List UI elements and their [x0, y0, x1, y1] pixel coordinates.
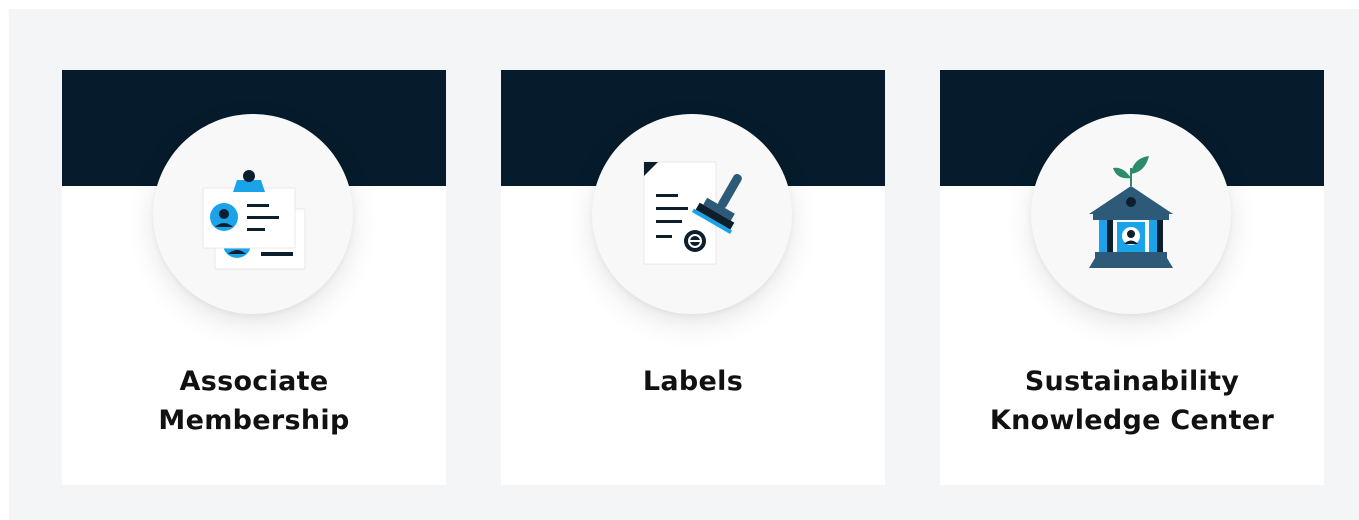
card-title: Labels [501, 362, 885, 401]
icon-circle [153, 114, 353, 314]
icon-circle [592, 114, 792, 314]
labels-card[interactable]: Labels [501, 70, 885, 485]
cards-section: Associate Membership Labels Sustainabili… [9, 9, 1359, 520]
card-title-line: Knowledge Center [989, 405, 1275, 436]
sustainability-knowledge-center-card[interactable]: Sustainability Knowledge Center [940, 70, 1324, 485]
icon-circle [1031, 114, 1231, 314]
knowledge-building-icon [1089, 156, 1173, 268]
card-title-line: Labels [642, 366, 744, 397]
membership-cards-icon [202, 170, 306, 270]
card-title: Associate Membership [62, 362, 446, 440]
card-title: Sustainability Knowledge Center [940, 362, 1324, 440]
associate-membership-card[interactable]: Associate Membership [62, 70, 446, 485]
card-title-line: Membership [158, 405, 350, 436]
card-title-line: Sustainability [1024, 366, 1240, 397]
certificate-stamp-icon [643, 161, 742, 265]
card-title-line: Associate [179, 366, 329, 397]
